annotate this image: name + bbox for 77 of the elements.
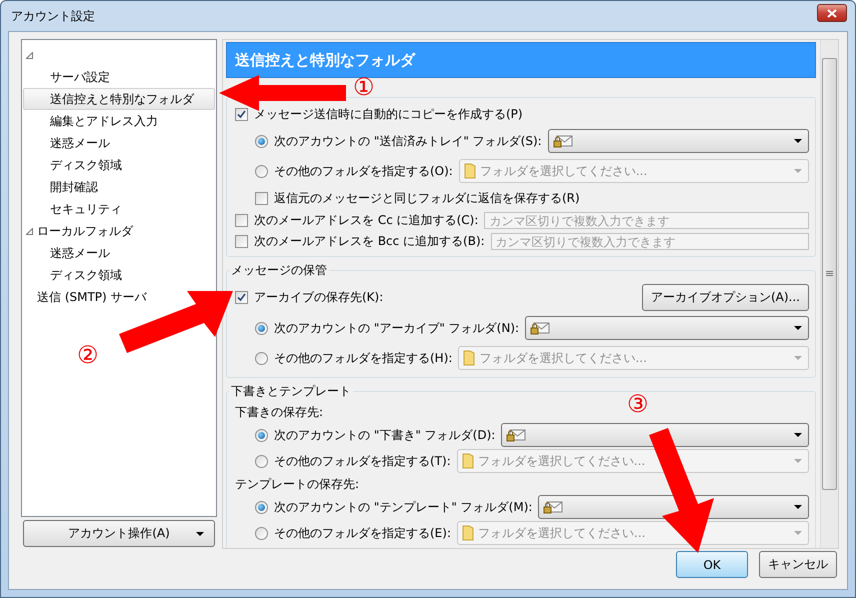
tree-item[interactable]: ディスク領域 — [50, 156, 122, 174]
close-icon — [827, 8, 837, 18]
radio-button[interactable] — [255, 454, 268, 468]
radio-label: その他のフォルダを指定する(O): — [274, 162, 453, 180]
callout-number: ② — [77, 343, 99, 367]
radio-button[interactable] — [255, 428, 268, 442]
tree-item[interactable]: 迷惑メール — [50, 244, 110, 262]
caret-icon — [794, 433, 802, 437]
checkbox-label: 次のメールアドレスを Bcc に追加する(B): — [254, 233, 485, 250]
envelope-icon — [530, 321, 550, 335]
tree-item[interactable]: ローカルフォルダ — [37, 222, 133, 240]
radio-label: 次のアカウントの "下書き" フォルダ(D): — [274, 426, 496, 444]
radio-label: 次のアカウントの "テンプレート" フォルダ(M): — [274, 498, 532, 516]
callout-number: ① — [353, 75, 375, 99]
account-actions-button[interactable]: アカウント操作(A) — [23, 520, 215, 547]
checkbox-label: 次のメールアドレスを Cc に追加する(C): — [254, 212, 478, 229]
scrollbar[interactable] — [820, 40, 838, 548]
radio-label: 次のアカウントの "送信済みトレイ" フォルダ(S): — [274, 132, 542, 150]
group-label: 下書きの保存先: — [235, 404, 324, 420]
folder-icon — [462, 453, 474, 469]
caret-icon — [794, 169, 802, 173]
dialog-button[interactable]: OK — [676, 551, 748, 578]
envelope-icon — [552, 134, 573, 148]
radio-button[interactable] — [255, 352, 268, 364]
caret-icon — [794, 356, 802, 360]
envelope-icon — [543, 500, 564, 514]
radio-button[interactable] — [255, 322, 268, 334]
folder-icon — [462, 525, 474, 541]
checkbox[interactable] — [235, 214, 248, 227]
tree-item[interactable]: 迷惑メール — [50, 134, 110, 152]
tree-item[interactable]: サーバ設定 — [50, 68, 110, 86]
caret-icon — [794, 459, 802, 463]
group-title: 下書きとテンプレート — [229, 383, 353, 400]
radio-button[interactable] — [255, 526, 268, 540]
caret-icon — [794, 139, 802, 143]
folder-icon — [463, 350, 476, 366]
envelope-icon — [506, 428, 526, 442]
caret-icon — [794, 531, 802, 535]
folder-dropdown[interactable] — [501, 423, 809, 447]
radio-label: 次のアカウントの "アーカイブ" フォルダ(N): — [274, 320, 520, 336]
checkbox[interactable] — [235, 235, 248, 248]
radio-label: その他のフォルダを指定する(E): — [274, 524, 451, 542]
folder-icon — [464, 163, 476, 179]
radio-label: その他のフォルダを指定する(H): — [274, 350, 452, 366]
tree-item[interactable]: 開封確認 — [50, 178, 98, 196]
grip-icon — [826, 271, 833, 277]
checkbox-label: メッセージ送信時に自動的にコピーを作成する(P) — [254, 106, 523, 122]
scroll-thumb[interactable] — [822, 58, 837, 490]
radio-button[interactable] — [255, 164, 268, 178]
close-button[interactable] — [817, 4, 847, 22]
callout-number: ③ — [627, 392, 649, 416]
caret-icon — [196, 532, 204, 536]
checkbox[interactable] — [255, 192, 268, 204]
checkbox-label: 返信元のメッセージと同じフォルダに返信を保存する(R) — [274, 190, 580, 206]
tree-item[interactable]: 送信 (SMTP) サーバ — [37, 288, 147, 306]
group-title: メッセージの保管 — [229, 262, 329, 279]
panel-header: 送信控えと特別なフォルダ — [226, 42, 816, 78]
radio-label: その他のフォルダを指定する(T): — [274, 452, 451, 470]
window-title: アカウント設定 — [11, 8, 95, 24]
tree-item[interactable]: ディスク領域 — [50, 266, 122, 284]
expander-icon[interactable] — [26, 228, 33, 234]
expander-icon[interactable] — [26, 52, 33, 58]
folder-dropdown[interactable] — [548, 129, 809, 153]
checkbox[interactable] — [235, 290, 248, 304]
archive-options-button[interactable]: アーカイブオプション(A)... — [642, 284, 809, 310]
radio-button[interactable] — [255, 500, 268, 514]
checkbox-label: アーカイブの保存先(K): — [254, 288, 384, 306]
folder-dropdown[interactable] — [525, 316, 809, 340]
radio-button[interactable] — [255, 134, 268, 148]
tree-item[interactable]: セキュリティ — [50, 200, 122, 218]
checkbox[interactable] — [235, 108, 248, 120]
caret-icon — [794, 505, 802, 509]
dialog-button[interactable]: キャンセル — [759, 551, 837, 578]
tree-item[interactable]: 編集とアドレス入力 — [50, 112, 158, 130]
group-label: テンプレートの保存先: — [235, 476, 360, 492]
caret-icon — [794, 326, 802, 330]
selected-tree-item[interactable]: 送信控えと特別なフォルダ — [23, 88, 215, 110]
